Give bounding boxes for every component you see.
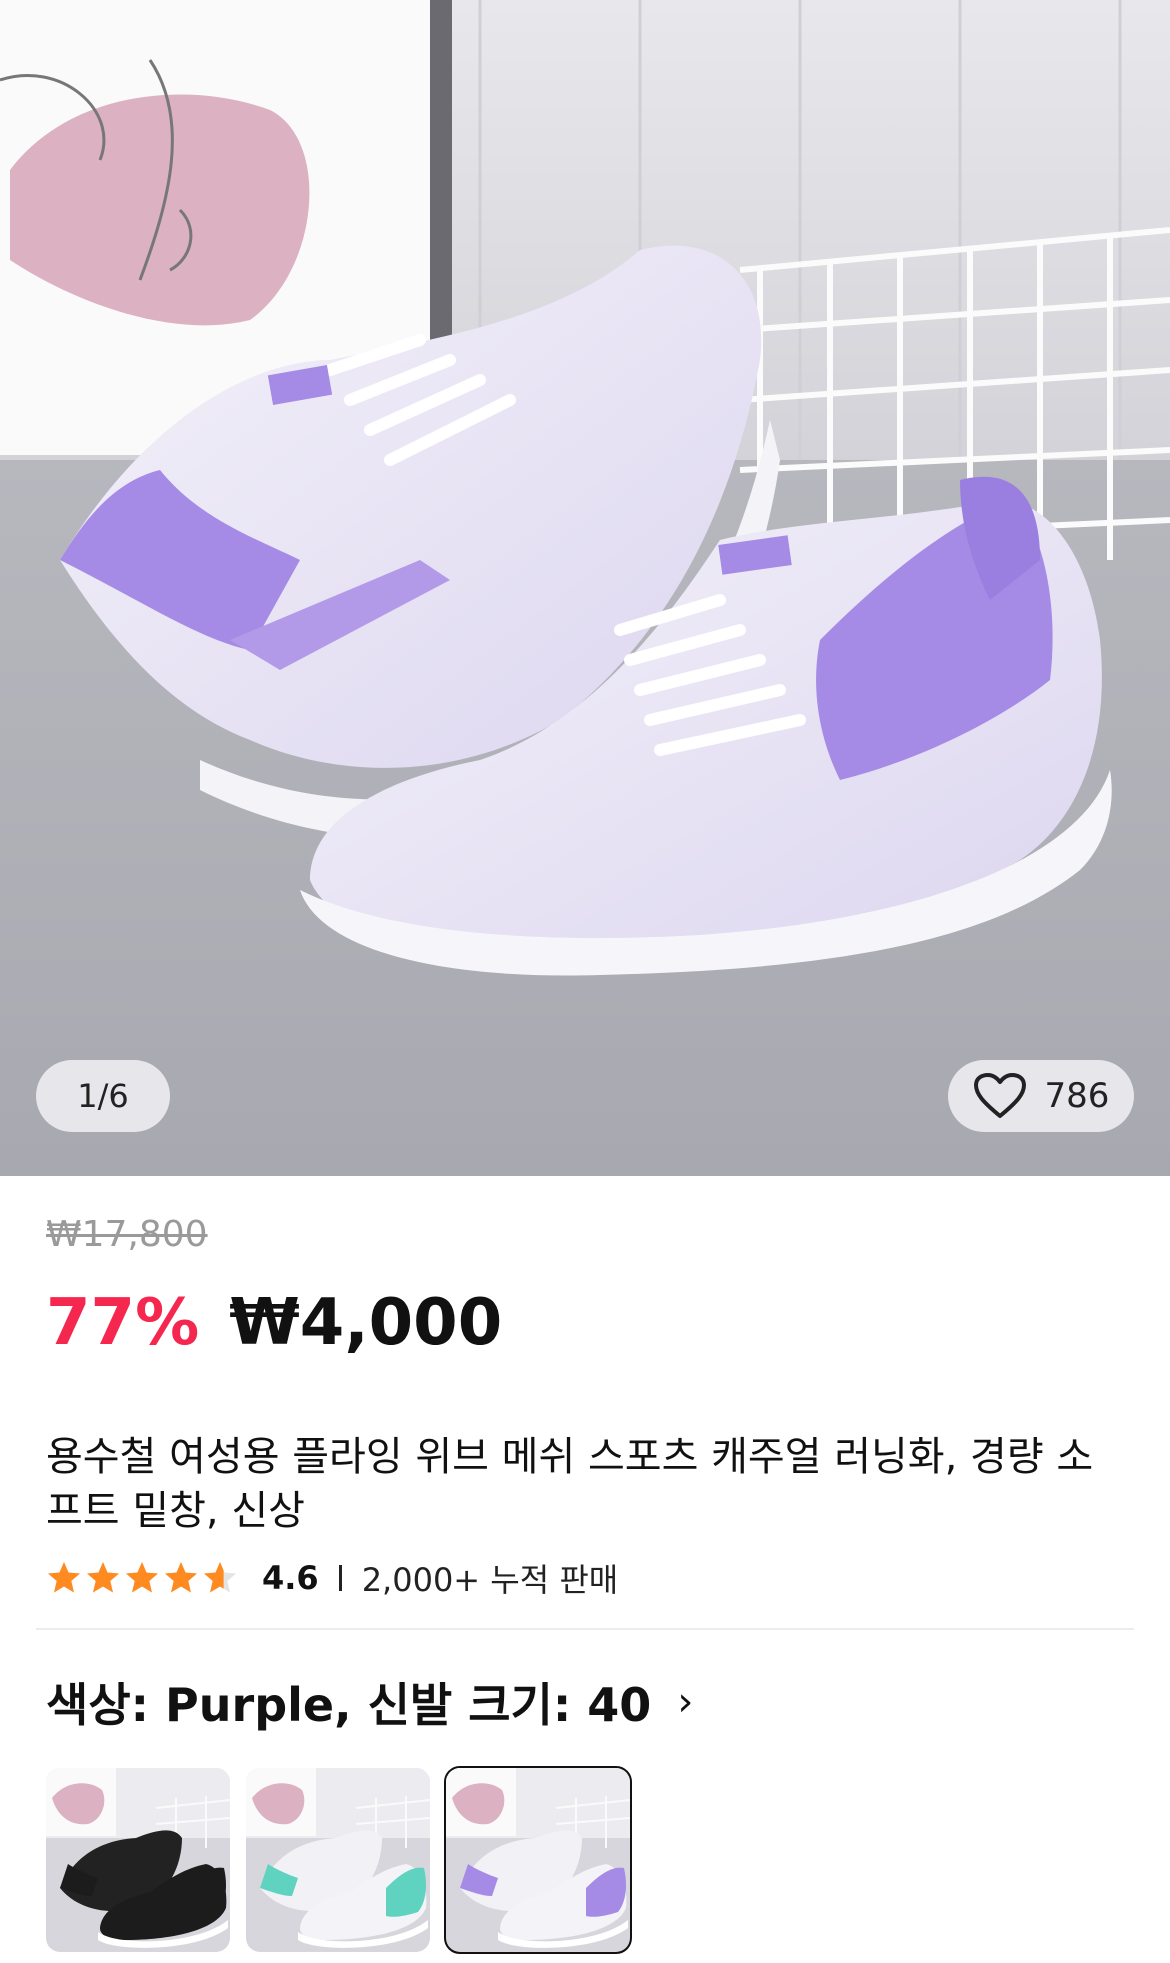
price-row: 77% ₩4,000 (46, 1286, 1124, 1362)
star-icon (204, 1562, 236, 1593)
original-price: ₩17,800 (46, 1214, 208, 1255)
thumbnail-image (446, 1768, 630, 1952)
star-icon (165, 1562, 197, 1593)
star-icon (126, 1562, 158, 1593)
star-icon (48, 1562, 80, 1593)
variant-selector[interactable]: 색상: Purple, 신발 크기: 40 › (46, 1670, 1124, 1734)
divider (36, 1628, 1134, 1630)
star-rating (46, 1560, 238, 1596)
thumbnail-image (46, 1768, 230, 1952)
like-button[interactable]: 786 (948, 1060, 1134, 1132)
rating-value: 4.6 (262, 1559, 319, 1597)
sold-count: 2,000+ 누적 판매 (361, 1561, 619, 1599)
chevron-right-icon: › (677, 1679, 694, 1725)
product-image-gallery[interactable]: 1/6 786 (0, 0, 1170, 1176)
price-section: ₩17,800 77% ₩4,000 (0, 1214, 1170, 1362)
rating-row[interactable]: 4.6 2,000+ 누적 판매 (46, 1550, 1124, 1606)
separator (338, 1565, 342, 1591)
current-price: ₩4,000 (229, 1286, 503, 1360)
variant-label: 색상: Purple, 신발 크기: 40 (46, 1678, 652, 1732)
heart-icon (973, 1073, 1026, 1118)
product-title: 용수철 여성용 플라잉 위브 메쉬 스포츠 캐주얼 러닝화, 경량 소프트 밑창… (46, 1434, 1094, 1534)
star-icon (87, 1562, 119, 1593)
like-count: 786 (1044, 1076, 1110, 1116)
color-option-purple[interactable] (444, 1766, 632, 1954)
thumbnail-image (246, 1768, 430, 1952)
color-thumbnails (46, 1766, 1170, 1954)
color-option-black[interactable] (46, 1768, 230, 1952)
discount-percent: 77% (46, 1286, 200, 1360)
color-option-mint[interactable] (246, 1768, 430, 1952)
product-photo (0, 0, 1170, 1176)
image-counter: 1/6 (36, 1060, 170, 1132)
